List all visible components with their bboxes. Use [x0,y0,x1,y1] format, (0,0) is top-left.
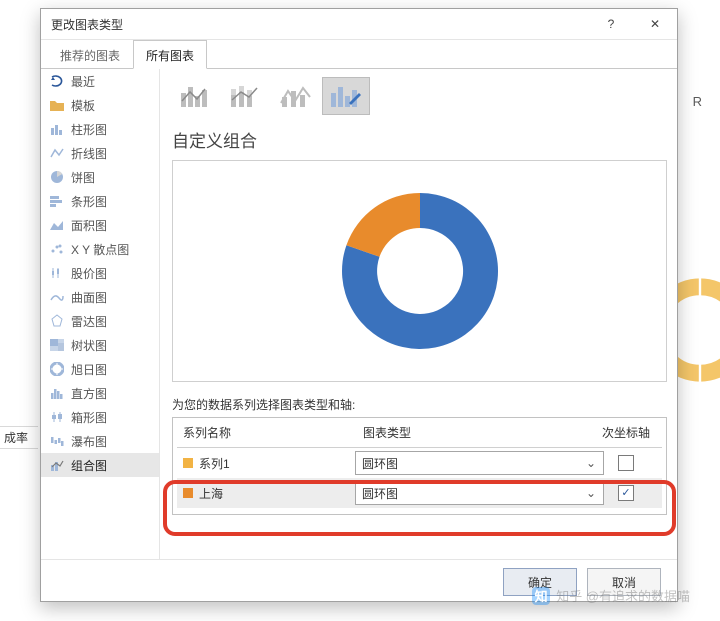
nav-label: X Y 散点图 [71,241,129,258]
column-header-r: R [693,94,702,109]
nav-label: 曲面图 [71,289,107,306]
bar-icon [49,193,65,209]
area-icon [49,217,65,233]
nav-item-histogram[interactable]: 直方图 [41,381,159,405]
radar-icon [49,313,65,329]
series-swatch-icon [183,458,193,468]
series-swatch-icon [183,488,193,498]
combo-subtype-row [172,77,667,115]
chart-type-select-2[interactable]: 圆环图⌄ [355,481,604,505]
histogram-icon [49,385,65,401]
chart-category-nav: 最近模板柱形图折线图饼图条形图面积图 X Y 散点图股价图曲面图雷达图树状图旭日图… [41,69,160,559]
line-icon [49,145,65,161]
nav-item-scatter[interactable]: X Y 散点图 [41,237,159,261]
combo-subtype-1[interactable] [172,77,220,115]
surface-icon [49,289,65,305]
secondary-axis-checkbox-2[interactable] [618,485,634,501]
dialog-tabs: 推荐的图表 所有图表 [41,40,677,69]
section-title: 自定义组合 [172,127,667,152]
sheet-cell-rate: 成率 [0,426,38,449]
nav-label: 树状图 [71,337,107,354]
series-table-header: 系列名称 图表类型 次坐标轴 [177,420,662,448]
combo-subtype-2[interactable] [222,77,270,115]
nav-item-column[interactable]: 柱形图 [41,117,159,141]
folder-icon [49,97,65,113]
col-chart-type: 图表类型 [363,424,596,441]
titlebar: 更改图表类型 ? ✕ [41,9,677,40]
doughnut-chart-icon [320,171,520,371]
nav-item-surface[interactable]: 曲面图 [41,285,159,309]
zhihu-icon: 知 [532,587,550,605]
nav-item-bar[interactable]: 条形图 [41,189,159,213]
close-button[interactable]: ✕ [633,9,677,39]
nav-label: 条形图 [71,193,107,210]
chart-preview [172,160,667,382]
nav-item-area[interactable]: 面积图 [41,213,159,237]
nav-label: 最近 [71,73,95,90]
nav-label: 股价图 [71,265,107,282]
col-series-name: 系列名称 [183,424,363,441]
nav-item-sunburst[interactable]: 旭日图 [41,357,159,381]
change-chart-type-dialog: 更改图表类型 ? ✕ 推荐的图表 所有图表 最近模板柱形图折线图饼图条形图面积图… [40,8,678,602]
series-row-2: 上海 圆环图⌄ [177,478,662,508]
secondary-axis-checkbox-1[interactable] [618,455,634,471]
nav-label: 旭日图 [71,361,107,378]
series-row-1: 系列1 圆环图⌄ [177,448,662,478]
nav-label: 雷达图 [71,313,107,330]
nav-label: 柱形图 [71,121,107,138]
waterfall-icon [49,433,65,449]
nav-label: 直方图 [71,385,107,402]
watermark: 知 知乎 @有追求的数据喵 [532,586,690,605]
nav-item-boxwhisker[interactable]: 箱形图 [41,405,159,429]
chart-type-select-1[interactable]: 圆环图⌄ [355,451,604,475]
nav-label: 饼图 [71,169,95,186]
recent-icon [49,73,65,89]
treemap-icon [49,337,65,353]
combo-subtype-3[interactable] [272,77,320,115]
combo-icon [49,457,65,473]
nav-label: 折线图 [71,145,107,162]
series-table: 系列名称 图表类型 次坐标轴 系列1 圆环图⌄ 上海 圆环图⌄ [172,417,667,515]
nav-item-pie[interactable]: 饼图 [41,165,159,189]
nav-item-recent[interactable]: 最近 [41,69,159,93]
dialog-title: 更改图表类型 [51,16,589,33]
box-icon [49,409,65,425]
nav-item-templates[interactable]: 模板 [41,93,159,117]
scatter-icon [49,241,65,257]
nav-label: 瀑布图 [71,433,107,450]
tab-recommended[interactable]: 推荐的图表 [47,40,133,69]
help-button[interactable]: ? [589,9,633,39]
series-name: 系列1 [199,455,230,472]
tab-all[interactable]: 所有图表 [133,40,207,69]
nav-label: 模板 [71,97,95,114]
nav-label: 箱形图 [71,409,107,426]
nav-item-line[interactable]: 折线图 [41,141,159,165]
nav-item-treemap[interactable]: 树状图 [41,333,159,357]
sunburst-icon [49,361,65,377]
nav-item-stock[interactable]: 股价图 [41,261,159,285]
combo-subtype-custom[interactable] [322,77,370,115]
series-name: 上海 [199,485,223,502]
nav-label: 组合图 [71,457,107,474]
series-hint: 为您的数据系列选择图表类型和轴: [172,396,667,413]
col-secondary-axis: 次坐标轴 [596,424,656,441]
nav-label: 面积图 [71,217,107,234]
stock-icon [49,265,65,281]
column-icon [49,121,65,137]
nav-item-radar[interactable]: 雷达图 [41,309,159,333]
nav-item-combo[interactable]: 组合图 [41,453,159,477]
combo-chart-pane: 自定义组合 为您的数据系列选择图表类型和轴: 系列名称 [160,69,677,559]
nav-item-waterfall[interactable]: 瀑布图 [41,429,159,453]
pie-icon [49,169,65,185]
